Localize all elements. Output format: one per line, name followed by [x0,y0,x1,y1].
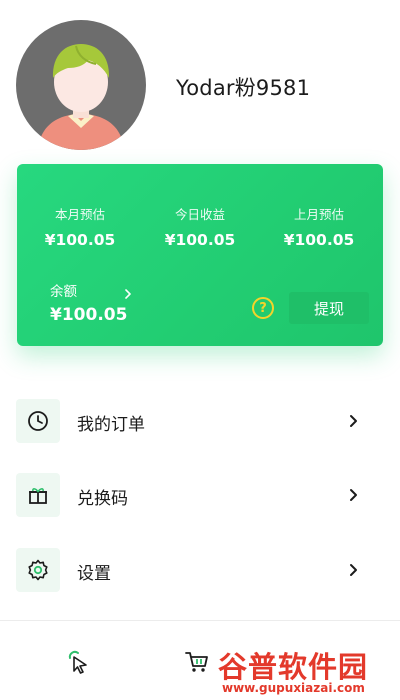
chevron-right-icon[interactable] [123,288,133,300]
menu-item-settings[interactable]: 设置 [0,547,400,595]
withdraw-button[interactable]: 提现 [289,292,369,324]
clock-icon [16,399,60,443]
stat-label: 今日收益 [174,207,225,222]
watermark-url: www.gupuxiazai.com [222,681,365,695]
stat-value: ¥100.05 [44,231,116,249]
stat-value: ¥100.05 [164,231,236,249]
menu-item-label: 设置 [77,564,111,584]
cart-icon[interactable] [183,648,211,676]
gift-icon [16,473,60,517]
menu-item-my-orders[interactable]: 我的订单 [0,398,400,446]
balance-value: ¥100.05 [50,305,128,325]
stat-month-estimate: 本月预估 ¥100.05 [20,204,140,249]
stat-today-income: 今日收益 ¥100.05 [140,204,260,249]
profile-header: Yodar粉9581 [0,0,400,160]
stat-last-month-estimate: 上月预估 ¥100.05 [259,204,379,249]
chevron-right-icon [350,564,357,576]
balance-label: 余额 [50,284,77,300]
menu-item-label: 兑换码 [77,489,128,509]
chevron-right-icon [350,415,357,427]
stat-label: 本月预估 [54,207,105,222]
divider [0,620,400,621]
watermark-logo: 谷普软件园 [218,650,369,684]
balance-link[interactable]: 余额 ¥100.05 [50,280,127,325]
stat-value: ¥100.05 [283,231,355,249]
gear-icon [16,548,60,592]
chevron-right-icon [350,489,357,501]
help-icon[interactable]: ? [252,297,274,319]
menu-item-redeem-code[interactable]: 兑换码 [0,472,400,520]
earnings-card: 本月预估 ¥100.05 今日收益 ¥100.05 上月预估 ¥100.05 余… [17,164,383,346]
cursor-icon[interactable] [64,648,92,676]
username: Yodar粉9581 [176,76,311,100]
stat-label: 上月预估 [293,207,344,222]
menu-item-label: 我的订单 [77,415,145,435]
avatar[interactable] [16,20,146,150]
avatar-illustration [38,44,124,150]
